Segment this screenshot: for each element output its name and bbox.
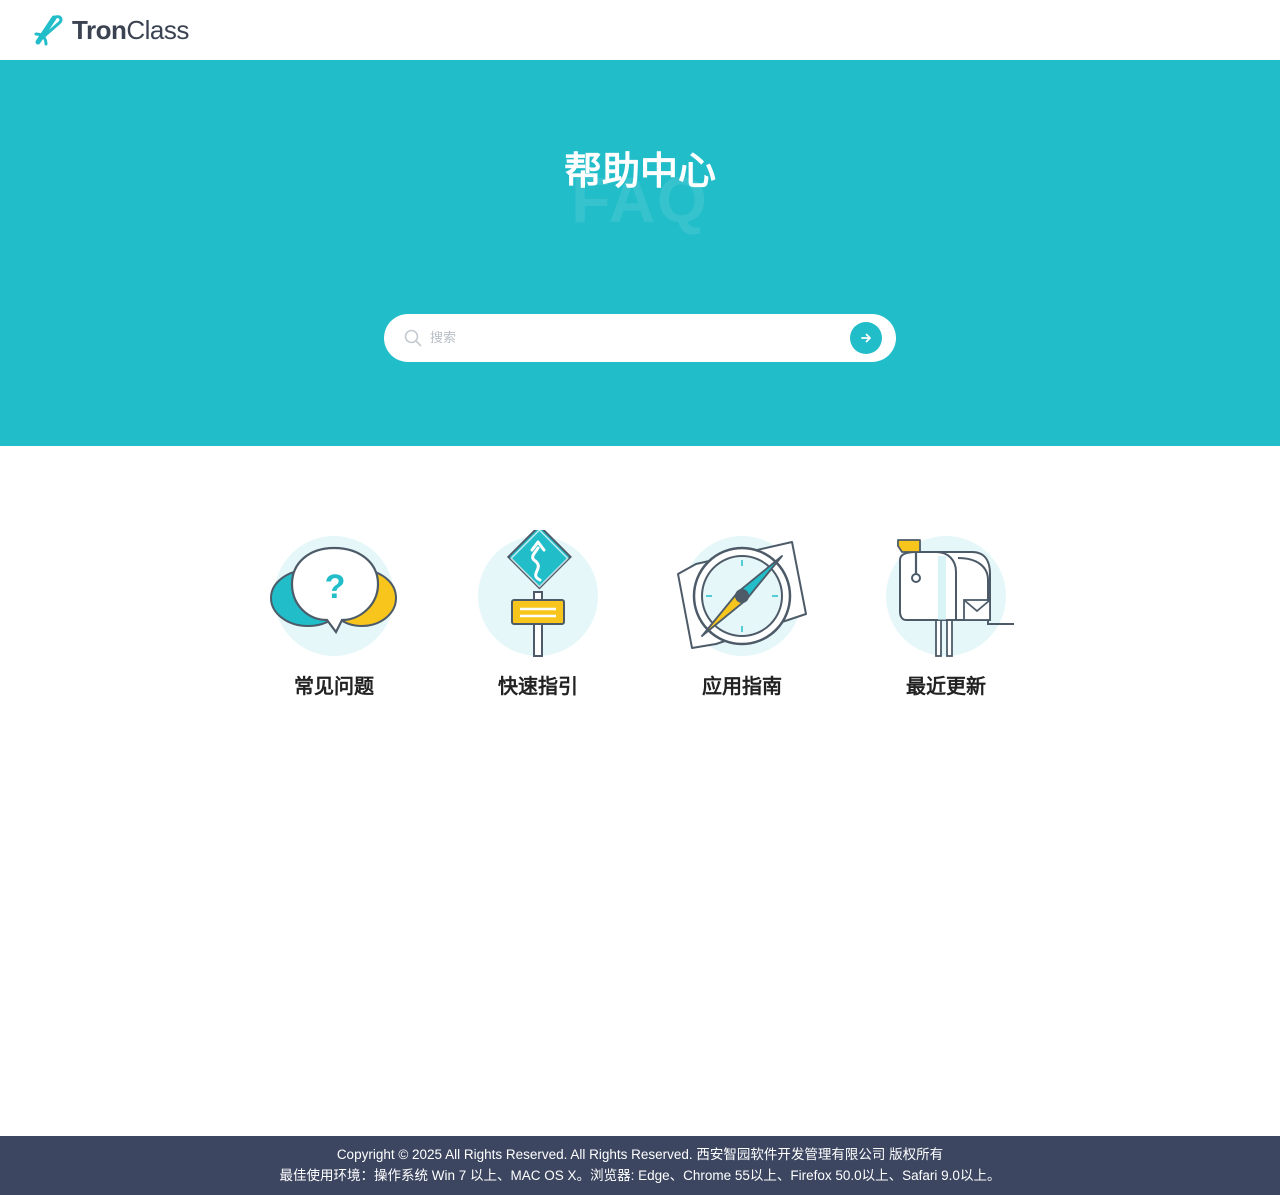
search-submit-button[interactable] bbox=[850, 322, 882, 354]
category-list: ? 常见问题 快速指引 应用指南 最近更新 bbox=[234, 530, 1050, 710]
compass-map-icon bbox=[677, 536, 807, 656]
page-title: 帮助中心 bbox=[563, 149, 716, 193]
search-icon bbox=[404, 329, 422, 347]
category-card-faq[interactable]: ? 常见问题 bbox=[234, 530, 434, 710]
category-label: 最近更新 bbox=[906, 674, 986, 698]
search-input[interactable] bbox=[430, 324, 830, 352]
logo-text: TronClass bbox=[72, 15, 189, 46]
speech-bubbles-question-icon: ? bbox=[270, 536, 397, 656]
logo-text-regular: Class bbox=[126, 14, 189, 45]
logo-text-bold: Tron bbox=[72, 14, 127, 45]
arrow-right-icon bbox=[861, 333, 871, 343]
category-card-recent-updates[interactable]: 最近更新 bbox=[846, 530, 1046, 710]
category-label: 应用指南 bbox=[702, 674, 782, 698]
page-footer: Copyright © 2025 All Rights Reserved. Al… bbox=[0, 1136, 1280, 1195]
road-sign-icon bbox=[478, 530, 598, 657]
top-bar: TronClass bbox=[0, 0, 1280, 60]
footer-copyright: Copyright © 2025 All Rights Reserved. Al… bbox=[336, 1147, 944, 1162]
mailbox-icon bbox=[886, 536, 1014, 657]
category-label: 快速指引 bbox=[498, 674, 578, 698]
category-card-app-guide[interactable]: 应用指南 bbox=[642, 530, 842, 710]
hero-banner: FAQ 帮助中心 bbox=[0, 60, 1280, 446]
category-label: 常见问题 bbox=[294, 674, 374, 698]
footer-environment: 最佳使用环境：操作系统 Win 7 以上、MAC OS X。浏览器: Edge、… bbox=[279, 1168, 1001, 1183]
category-card-quick-guide[interactable]: 快速指引 bbox=[438, 530, 638, 710]
search-bar bbox=[384, 314, 896, 362]
tronclass-logo-icon bbox=[34, 15, 63, 46]
svg-text:?: ? bbox=[325, 568, 346, 606]
tronclass-logo[interactable]: TronClass bbox=[32, 12, 189, 48]
